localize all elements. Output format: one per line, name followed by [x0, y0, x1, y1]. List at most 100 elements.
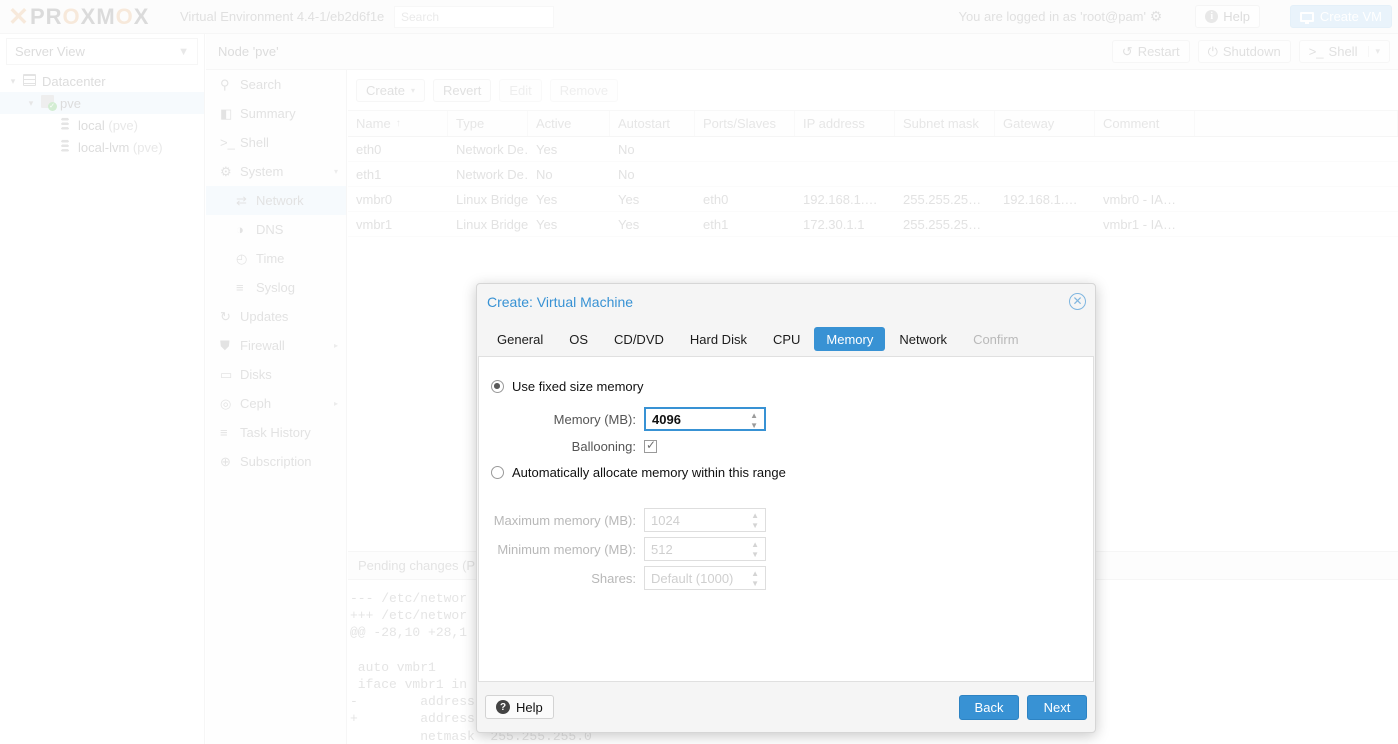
shares-label: Shares:: [591, 570, 636, 586]
create-vm-button[interactable]: Create VM: [1289, 5, 1392, 28]
menu-item-subscription[interactable]: ⊕ Subscription: [206, 447, 346, 476]
menu-item-shell[interactable]: >_ Shell: [206, 128, 346, 157]
tree-expander[interactable]: ▾: [24, 98, 38, 109]
tree-item-label: local (pve): [78, 117, 138, 133]
back-button[interactable]: Back: [959, 694, 1019, 720]
column-header-active[interactable]: Active: [528, 111, 610, 136]
tree-item-sub: (pve): [132, 139, 163, 155]
shutdown-button[interactable]: ⏻ Shutdown: [1197, 40, 1291, 63]
tab-hard-disk[interactable]: Hard Disk: [678, 327, 759, 351]
list-icon: ≡: [220, 425, 228, 440]
column-header-autostart[interactable]: Autostart: [610, 111, 695, 136]
revert-button[interactable]: Revert: [433, 78, 492, 102]
menu-item-updates[interactable]: ↻ Updates: [206, 302, 346, 331]
column-header-subnet-mask[interactable]: Subnet mask: [895, 111, 995, 136]
pending-changes-label: Pending changes (P: [358, 558, 476, 573]
tree-item-pve[interactable]: ▾ pve: [0, 92, 204, 114]
menu-item-network[interactable]: ⇄ Network: [206, 186, 346, 215]
menu-expander-icon[interactable]: ▸: [334, 341, 338, 350]
create-button[interactable]: Create ▾: [356, 78, 426, 102]
view-selector[interactable]: Server View ▼: [6, 38, 198, 65]
menu-expander-icon[interactable]: ▾: [334, 167, 338, 176]
menu-item-summary[interactable]: ◧ Summary: [206, 99, 346, 128]
proxmox-logo: ✕ PROXMOX: [8, 2, 149, 31]
tab-general[interactable]: General: [485, 327, 555, 351]
column-header-ports-slaves[interactable]: Ports/Slaves: [695, 111, 795, 136]
tab-cd-dvd[interactable]: CD/DVD: [602, 327, 676, 351]
menu-item-label: Syslog: [256, 280, 296, 295]
min-memory-input: 512 ▲ ▼: [644, 537, 766, 561]
restart-button[interactable]: ↺ Restart: [1111, 40, 1190, 63]
table-row[interactable]: eth0 Network De… Yes No: [348, 137, 1398, 162]
radio-auto-allocate-memory[interactable]: Automatically allocate memory within thi…: [491, 465, 801, 480]
table-cell: vmbr0 - IA…: [1103, 191, 1176, 207]
memory-input[interactable]: 4096 ▲ ▼: [644, 407, 766, 431]
tab-network[interactable]: Network: [887, 327, 959, 351]
tree-item-local-lvm[interactable]: local-lvm (pve): [0, 136, 204, 158]
column-header-gateway[interactable]: Gateway: [995, 111, 1095, 136]
column-header-label: Name: [356, 116, 391, 131]
chevron-down-icon[interactable]: ▾: [411, 86, 415, 95]
shares-field-row: Shares: Default (1000) ▲ ▼: [491, 566, 766, 590]
table-cell: No: [618, 141, 635, 157]
menu-item-system[interactable]: ⚙ System ▾: [206, 157, 346, 186]
table-cell: Yes: [536, 191, 558, 207]
edit-button-label: Edit: [509, 82, 532, 98]
dialog-help-button[interactable]: ? Help: [485, 695, 554, 719]
menu-item-time[interactable]: ◴ Time: [206, 244, 346, 273]
menu-item-dns[interactable]: ◑ DNS: [206, 215, 346, 244]
ballooning-checkbox[interactable]: [644, 438, 657, 453]
revert-button-label: Revert: [443, 82, 482, 98]
chevron-down-icon[interactable]: ▾: [1368, 46, 1380, 57]
column-header-type[interactable]: Type: [448, 111, 528, 136]
tab-confirm: Confirm: [973, 331, 1019, 347]
search-icon: ⚲: [220, 76, 230, 92]
menu-item-ceph[interactable]: ◎ Ceph ▸: [206, 389, 346, 418]
close-icon[interactable]: ✕: [1069, 293, 1086, 310]
tree-item-local[interactable]: local (pve): [0, 114, 204, 136]
grid-header-row: Name ↑ Type Active Autostart Ports/Slaves IP a…: [348, 110, 1398, 137]
radio-fixed-indicator: [491, 380, 504, 393]
tab-memory[interactable]: Memory: [814, 327, 886, 351]
shell-button[interactable]: >_ Shell ▾: [1298, 40, 1390, 63]
column-header-label: Type: [456, 116, 485, 131]
menu-item-disks[interactable]: ▭ Disks: [206, 360, 346, 389]
stepper-up-icon[interactable]: ▲: [750, 412, 758, 420]
tab-cpu[interactable]: CPU: [761, 327, 812, 351]
table-cell: vmbr1 - IA…: [1103, 216, 1176, 232]
menu-item-search[interactable]: ⚲ Search: [206, 70, 346, 99]
table-row[interactable]: vmbr1 Linux Bridge Yes Yes eth1 172.30.1.1 255…: [348, 212, 1398, 237]
table-row[interactable]: eth1 Network De… No No: [348, 162, 1398, 187]
column-header-comment[interactable]: Comment: [1095, 111, 1195, 136]
help-button[interactable]: i Help: [1195, 5, 1260, 28]
table-cell: eth0: [356, 141, 382, 157]
search-input[interactable]: Search: [394, 6, 554, 28]
column-header-label: IP address: [803, 116, 865, 131]
logo-x-icon: ✕: [8, 2, 30, 31]
menu-expander-icon[interactable]: ▸: [334, 399, 338, 408]
tab-os[interactable]: OS: [557, 327, 600, 351]
stepper-down-icon[interactable]: ▼: [750, 422, 758, 430]
radio-use-fixed-size-memory[interactable]: Use fixed size memory: [491, 379, 643, 394]
tree-expander[interactable]: ▾: [6, 76, 20, 87]
next-button[interactable]: Next: [1027, 694, 1087, 720]
min-memory-field-row: Minimum memory (MB): 512 ▲ ▼: [491, 537, 766, 561]
dialog-tabs: General OS CD/DVD Hard Disk CPU Memory Network…: [485, 326, 1087, 352]
menu-item-firewall[interactable]: ⛊ Firewall ▸: [206, 331, 346, 360]
table-row[interactable]: vmbr0 Linux Bridge Yes Yes eth0 192.168.1.… 25…: [348, 187, 1398, 212]
gear-icon[interactable]: ⚙: [1148, 8, 1164, 24]
column-header-name[interactable]: Name ↑: [348, 111, 448, 136]
table-cell: Linux Bridge: [456, 216, 528, 232]
memory-stepper[interactable]: ▲ ▼: [750, 412, 758, 430]
menu-item-task-history[interactable]: ≡ Task History: [206, 418, 346, 447]
table-cell: 255.255.25…: [903, 216, 982, 232]
min-memory-stepper: ▲ ▼: [751, 541, 759, 559]
stepper-down-icon: ▼: [751, 521, 759, 530]
table-cell: [795, 162, 895, 186]
tree-item-datacenter[interactable]: ▾ Datacenter: [0, 70, 204, 92]
menu-item-syslog[interactable]: ≡ Syslog: [206, 273, 346, 302]
max-memory-field-row: Maximum memory (MB): 1024 ▲ ▼: [491, 508, 766, 532]
shell-button-label: Shell: [1328, 44, 1358, 59]
grid-body: eth0 Network De… Yes No eth1 Network De… No No v…: [348, 137, 1398, 237]
column-header-ip-address[interactable]: IP address: [795, 111, 895, 136]
